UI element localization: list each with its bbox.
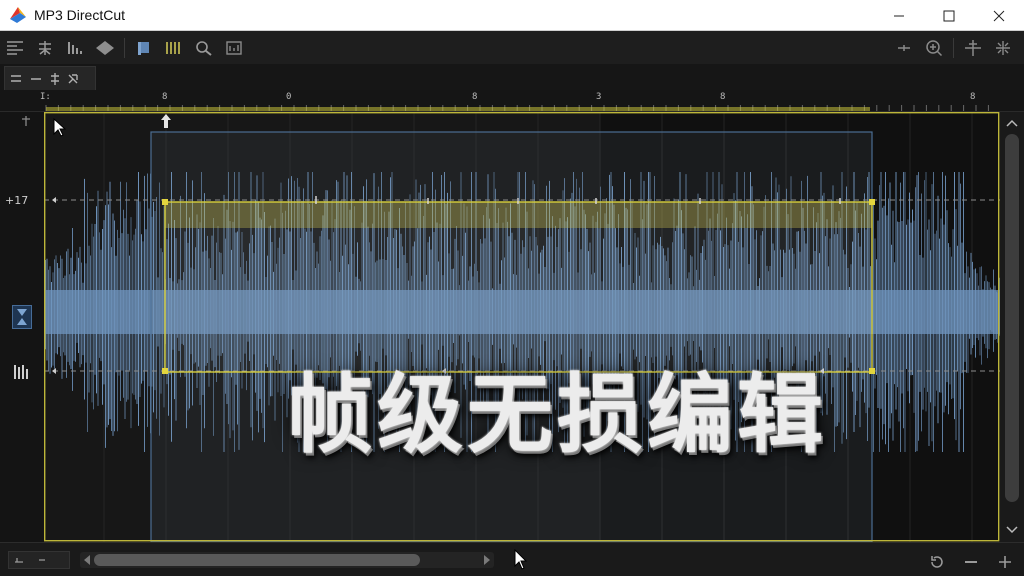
level-gutter: +17	[0, 112, 44, 542]
title-bar: MP3 DirectCut	[0, 0, 1024, 31]
minimize-icon	[894, 15, 904, 16]
split-icon	[51, 72, 59, 85]
image-button[interactable]	[219, 34, 249, 62]
position-box[interactable]	[8, 551, 70, 569]
track-tab-icons	[11, 72, 78, 85]
main-toolbar	[0, 31, 1024, 64]
marker-cursor-icon[interactable]	[12, 305, 32, 329]
timeline-ruler[interactable]: I: 8 0 8 3 8 8	[0, 90, 1024, 112]
close-button[interactable]	[974, 0, 1024, 31]
bottom-bar	[0, 542, 1024, 576]
add-icon	[999, 556, 1011, 568]
split-button[interactable]	[30, 34, 60, 62]
zoom-in-button[interactable]	[919, 34, 949, 62]
zoom-in-icon	[926, 39, 943, 56]
double-line-icon	[11, 74, 21, 82]
ruler-tick-label: 8	[970, 92, 976, 102]
scroll-down-icon[interactable]	[1000, 522, 1024, 538]
horizontal-scroll-thumb[interactable]	[94, 554, 420, 566]
vertical-scrollbar[interactable]	[1000, 112, 1024, 542]
zoom-plus-button[interactable]	[990, 548, 1020, 576]
add-marker-button[interactable]	[889, 34, 919, 62]
ruler-tick-label: 8	[472, 92, 478, 102]
plus-icon	[898, 44, 910, 51]
waveform-canvas	[44, 112, 1000, 542]
zoom-icon	[196, 40, 212, 56]
collapse-icon	[68, 73, 78, 83]
marker-level-icon[interactable]	[12, 362, 32, 382]
zoom-button[interactable]	[189, 34, 219, 62]
resize-icon	[996, 40, 1010, 55]
cursor-icon	[514, 549, 528, 570]
horizontal-scrollbar[interactable]	[80, 552, 494, 568]
track-tab[interactable]	[4, 66, 96, 90]
ruler-start-label: I:	[40, 92, 51, 102]
grid-button[interactable]	[159, 34, 189, 62]
minus-icon	[965, 561, 977, 563]
ruler-tick-label: 8	[162, 92, 168, 102]
loop-button[interactable]	[922, 548, 952, 576]
scroll-up-icon[interactable]	[1000, 116, 1024, 132]
scroll-left-icon[interactable]	[80, 552, 94, 568]
gutter-top-icon	[22, 116, 30, 126]
levels-button[interactable]	[60, 34, 90, 62]
maximize-button[interactable]	[924, 0, 974, 31]
loop-icon	[931, 556, 943, 568]
overlay-title: 帧级无损编辑	[287, 364, 827, 465]
scroll-right-icon[interactable]	[480, 552, 494, 568]
resize-button[interactable]	[988, 34, 1018, 62]
levels-icon	[68, 41, 82, 54]
sub-toolbar	[0, 64, 1024, 90]
toolbar-divider-right	[953, 37, 954, 58]
ruler-tick-label: 8	[720, 92, 726, 102]
crosshair-button[interactable]	[958, 34, 988, 62]
play-icon	[96, 40, 114, 55]
image-icon	[226, 40, 242, 55]
play-button[interactable]	[90, 34, 120, 62]
minimize-button[interactable]	[874, 0, 924, 31]
split-icon	[39, 40, 51, 55]
grid-icon	[166, 41, 180, 54]
align-icon	[7, 40, 23, 55]
app-logo-icon	[8, 5, 28, 25]
close-icon	[993, 10, 1005, 21]
ruler-tick-label: 3	[596, 92, 602, 102]
ruler-tick-label: 0	[286, 92, 292, 102]
ruler-ticks	[45, 105, 989, 111]
maximize-icon	[943, 10, 955, 21]
align-button[interactable]	[0, 34, 30, 62]
db-level-label: +17	[5, 194, 29, 207]
window-title: MP3 DirectCut	[34, 7, 126, 23]
toolbar-divider	[124, 37, 125, 58]
marker-icon	[138, 41, 149, 55]
marker-button[interactable]	[129, 34, 159, 62]
vertical-scroll-thumb[interactable]	[1005, 134, 1019, 502]
zoom-out-button[interactable]	[956, 548, 986, 576]
crosshair-icon	[965, 39, 981, 56]
waveform-editor[interactable]: 帧级无损编辑	[44, 112, 1000, 542]
